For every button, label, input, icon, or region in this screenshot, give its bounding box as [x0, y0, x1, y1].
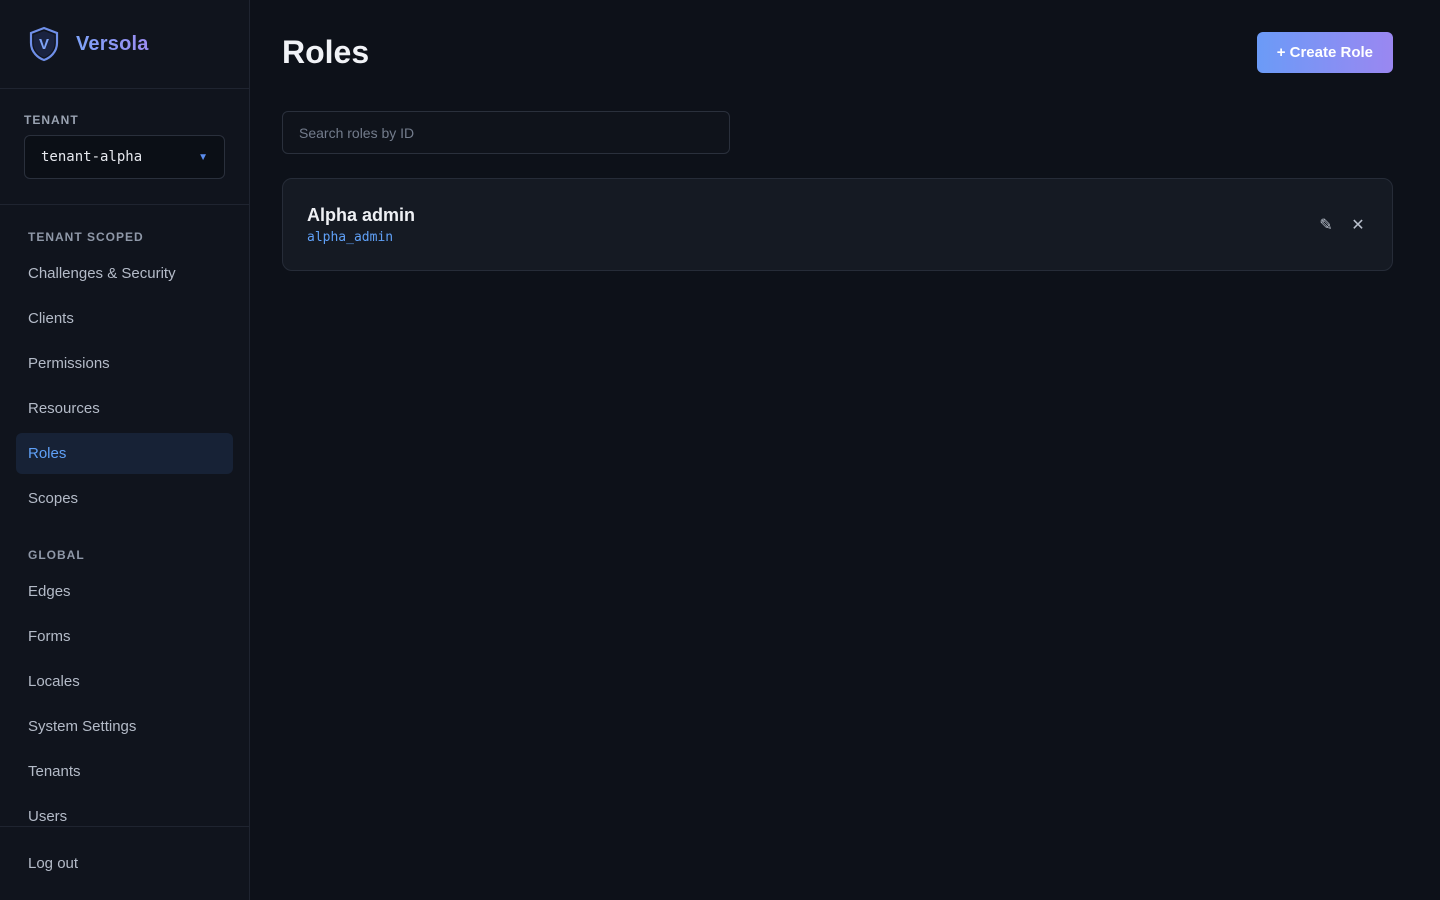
sidebar: V Versola TENANT tenant-alpha ▼ TENANT S…	[0, 0, 250, 900]
sidebar-item-clients[interactable]: Clients	[16, 298, 233, 339]
sidebar-item-edges[interactable]: Edges	[16, 571, 233, 612]
logout-button[interactable]: Log out	[0, 826, 249, 900]
close-icon[interactable]: ✕	[1348, 215, 1368, 235]
sidebar-item-users[interactable]: Users	[16, 796, 233, 826]
tenant-label: TENANT	[24, 113, 79, 127]
sidebar-item-roles[interactable]: Roles	[16, 433, 233, 474]
role-name: Alpha admin	[307, 204, 416, 225]
create-role-button[interactable]: + Create Role	[1256, 32, 1393, 73]
sidebar-item-forms[interactable]: Forms	[16, 616, 233, 657]
nav-section-title-global: GLOBAL	[28, 548, 85, 562]
shield-logo-icon: V	[29, 26, 59, 62]
caret-down-icon: ▼	[198, 151, 208, 163]
search-input[interactable]	[282, 111, 730, 154]
main-content: Roles + Create Role Alpha admin alpha_ad…	[250, 0, 1440, 900]
role-card[interactable]: Alpha admin alpha_admin ✎ ✕	[282, 178, 1393, 271]
sidebar-item-resources[interactable]: Resources	[16, 388, 233, 429]
role-id: alpha_admin	[307, 229, 394, 245]
tenant-block: TENANT tenant-alpha ▼	[0, 89, 249, 205]
sidebar-item-tenants[interactable]: Tenants	[16, 751, 233, 792]
brand-name: Versola	[76, 32, 149, 55]
logo-letter: V	[39, 36, 49, 53]
sidebar-item-scopes[interactable]: Scopes	[16, 478, 233, 519]
sidebar-item-challenges-security[interactable]: Challenges & Security	[16, 253, 233, 294]
brand[interactable]: V Versola	[0, 0, 249, 89]
nav-section-title-tenant-scoped: TENANT SCOPED	[28, 230, 144, 244]
sidebar-item-permissions[interactable]: Permissions	[16, 343, 233, 384]
tenant-select[interactable]: tenant-alpha ▼	[24, 135, 225, 179]
app-root: V Versola TENANT tenant-alpha ▼ TENANT S…	[0, 0, 1440, 900]
tenant-select-value: tenant-alpha	[41, 149, 143, 165]
page-title: Roles	[282, 34, 370, 70]
edit-icon[interactable]: ✎	[1316, 215, 1336, 235]
role-info: Alpha admin alpha_admin	[307, 205, 415, 245]
sidebar-nav: TENANT SCOPED Challenges & Security Clie…	[0, 205, 249, 826]
sidebar-item-system-settings[interactable]: System Settings	[16, 706, 233, 747]
page-header: Roles + Create Role	[282, 32, 1393, 73]
role-actions: ✎ ✕	[1316, 215, 1368, 235]
sidebar-item-locales[interactable]: Locales	[16, 661, 233, 702]
